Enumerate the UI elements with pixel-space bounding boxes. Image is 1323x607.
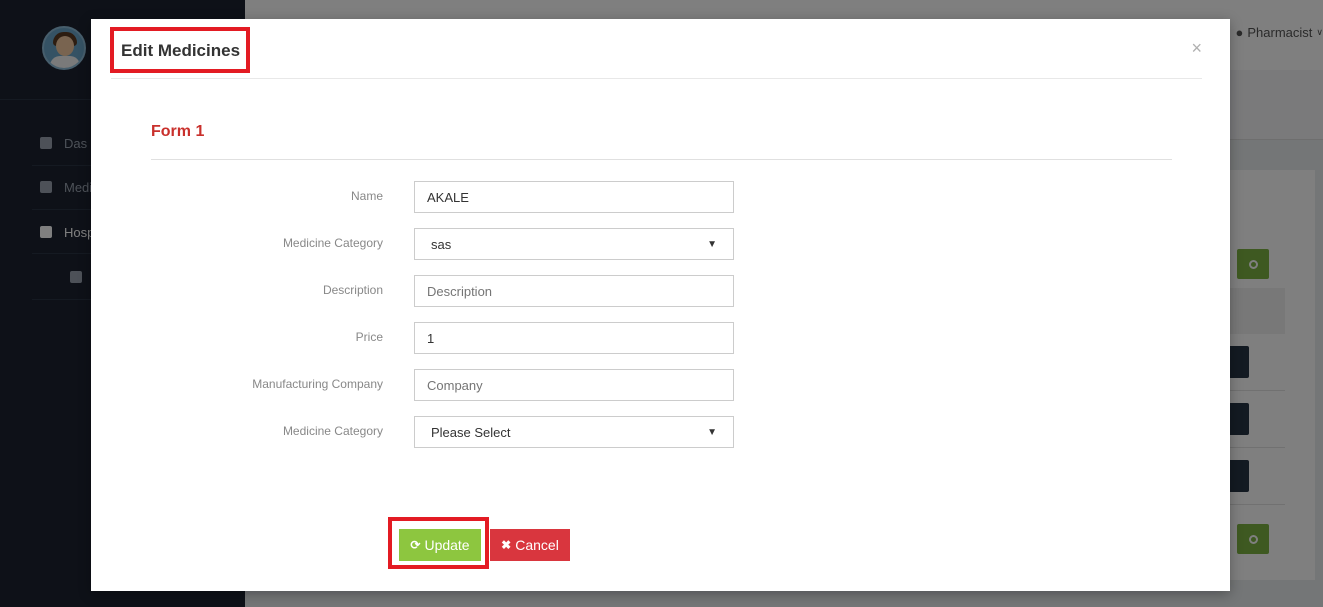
medicine-category-select-2[interactable]: Please Select ▼	[414, 416, 734, 448]
manufacturing-company-label: Manufacturing Company	[252, 377, 383, 391]
modal-header: Edit Medicines ×	[91, 19, 1230, 79]
medicine-category-value-2: Please Select	[431, 424, 511, 440]
name-input[interactable]	[414, 181, 734, 213]
cancel-button[interactable]: ✖ Cancel	[490, 529, 570, 561]
caret-down-icon: ▼	[707, 426, 717, 438]
header-divider	[111, 78, 1202, 79]
medicine-category-select[interactable]: sas ▼	[414, 228, 734, 260]
price-label: Price	[355, 330, 383, 344]
manufacturing-company-input[interactable]	[414, 369, 734, 401]
close-button[interactable]: ×	[1191, 38, 1202, 59]
medicine-category-label-2: Medicine Category	[282, 424, 383, 438]
medicine-category-label: Medicine Category	[282, 236, 383, 250]
price-input[interactable]	[414, 322, 734, 354]
cancel-button-label: Cancel	[515, 537, 559, 553]
times-icon: ✖	[501, 538, 512, 552]
medicine-category-value: sas	[431, 236, 452, 252]
update-button-label: Update	[424, 537, 470, 553]
name-label: Name	[350, 189, 383, 203]
description-input[interactable]	[414, 275, 734, 307]
edit-medicines-modal: Edit Medicines × Form 1 Name Medicine Ca…	[91, 19, 1230, 591]
description-label: Description	[322, 283, 383, 297]
update-button[interactable]: ⟳ Update	[399, 529, 481, 561]
form-title: Form 1	[151, 123, 205, 140]
modal-title: Edit Medicines	[121, 41, 241, 60]
refresh-icon: ⟳	[410, 538, 421, 552]
form-divider	[151, 159, 1172, 160]
caret-down-icon: ▼	[707, 238, 717, 250]
